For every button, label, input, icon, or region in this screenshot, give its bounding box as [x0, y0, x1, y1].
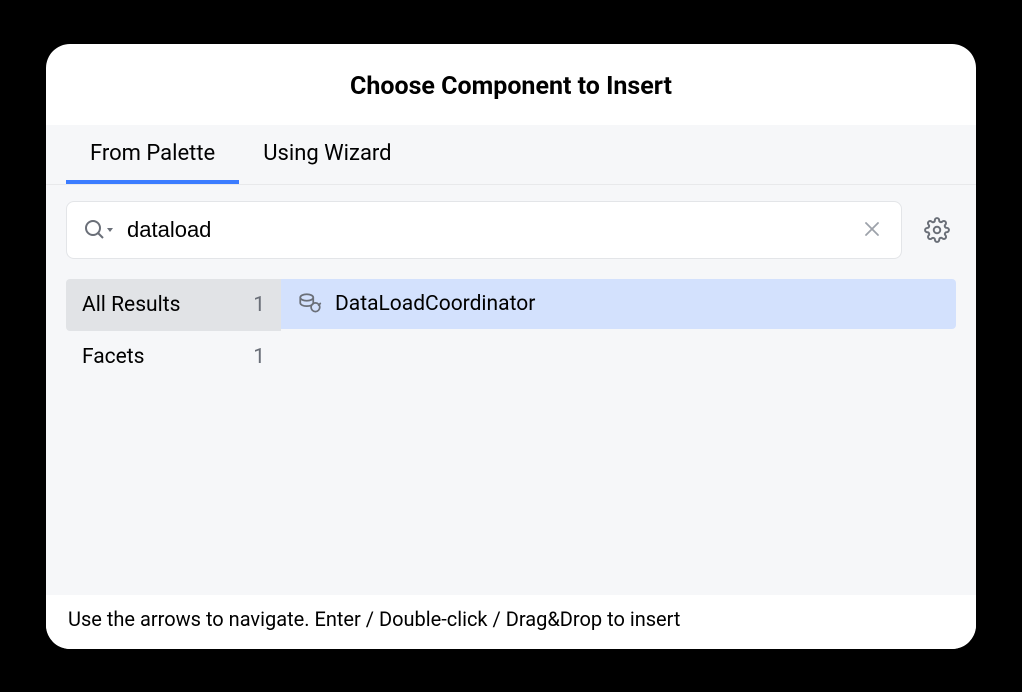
tabs-section: From Palette Using Wizard [46, 125, 976, 185]
results-list: DataLoadCoordinator [281, 279, 956, 595]
clear-icon[interactable] [859, 214, 885, 246]
search-icon [83, 218, 115, 242]
content-area: All Results 1 Facets 1 DataLoadCoordin [46, 275, 976, 595]
tab-using-wizard[interactable]: Using Wizard [239, 125, 415, 184]
category-count: 1 [253, 345, 265, 369]
result-label: DataLoadCoordinator [335, 292, 535, 316]
category-all-results[interactable]: All Results 1 [66, 279, 281, 331]
category-label: All Results [82, 293, 180, 317]
category-label: Facets [82, 345, 145, 369]
result-item[interactable]: DataLoadCoordinator [281, 279, 956, 329]
tab-from-palette[interactable]: From Palette [66, 125, 239, 184]
tab-label: From Palette [90, 141, 215, 166]
settings-button[interactable] [918, 211, 956, 249]
choose-component-dialog: Choose Component to Insert From Palette … [46, 44, 976, 649]
tab-label: Using Wizard [263, 141, 391, 166]
search-input[interactable] [127, 217, 847, 243]
category-count: 1 [253, 293, 265, 317]
dialog-title: Choose Component to Insert [46, 44, 976, 125]
tabs: From Palette Using Wizard [46, 125, 976, 184]
data-coordinator-icon [297, 291, 323, 317]
footer-hint: Use the arrows to navigate. Enter / Doub… [46, 595, 976, 649]
search-row [46, 185, 976, 275]
search-box [66, 201, 902, 259]
categories-list: All Results 1 Facets 1 [66, 279, 281, 595]
category-facets[interactable]: Facets 1 [66, 331, 281, 383]
